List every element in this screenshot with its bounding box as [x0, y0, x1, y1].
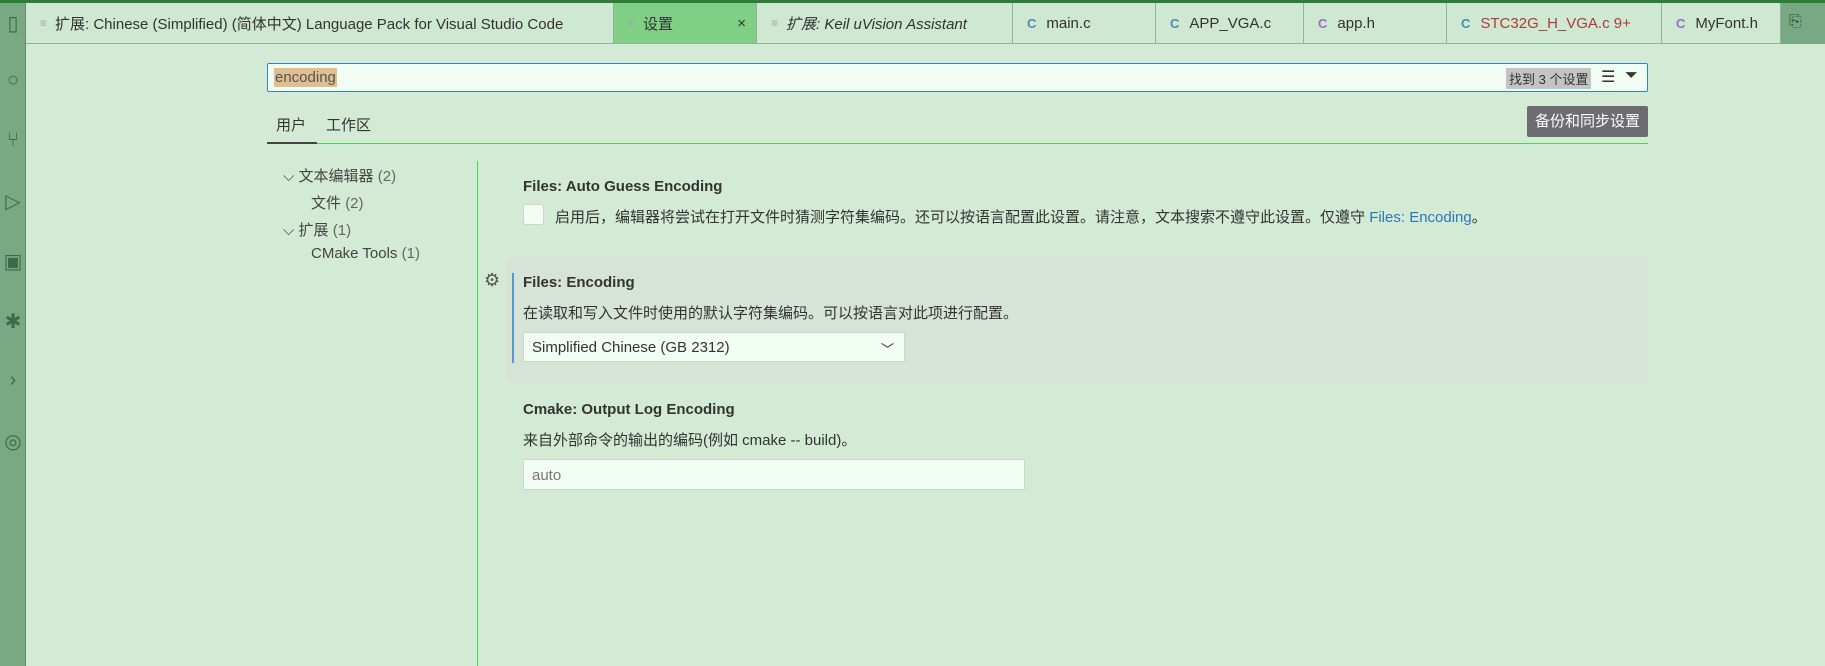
- source-control-icon[interactable]: ⑂: [0, 129, 26, 152]
- tab-settings[interactable]: ≡ 设置 ×: [614, 3, 757, 43]
- tab-stc32g-vga-c[interactable]: C STC32G_H_VGA.c 9+: [1447, 3, 1662, 43]
- chip-icon[interactable]: ✱: [0, 309, 26, 334]
- clear-filter-icon[interactable]: ☰: [1601, 67, 1615, 87]
- c-file-icon: C: [1461, 15, 1471, 31]
- settings-doc-icon: ≡: [628, 16, 636, 30]
- toc-count: (2): [345, 195, 364, 212]
- backup-sync-button[interactable]: 备份和同步设置: [1527, 106, 1648, 137]
- description-text: 启用后，编辑器将尝试在打开文件时猜测字符集编码。还可以按语言配置此设置。请注意，…: [555, 209, 1370, 226]
- activity-bar: ▯ ○ ⑂ ▷ ▣ ✱ › ◎: [0, 3, 26, 666]
- setting-title: Files: Encoding: [523, 274, 635, 291]
- setting-title: Cmake: Output Log Encoding: [523, 401, 735, 418]
- tab-myfont-h[interactable]: C MyFont.h: [1662, 3, 1781, 43]
- toc-count: (1): [401, 245, 420, 262]
- tab-label: main.c: [1046, 14, 1091, 32]
- tab-label: APP_VGA.c: [1189, 14, 1272, 32]
- toc-count: (1): [332, 222, 352, 239]
- tab-main-c[interactable]: Cmain.c: [1013, 3, 1156, 43]
- toc-divider: [477, 161, 478, 666]
- chevron-down-icon: ﹀: [880, 342, 894, 357]
- auto-guess-encoding-checkbox[interactable]: [523, 204, 544, 225]
- gear-icon[interactable]: ⚙: [484, 270, 500, 291]
- toc-item-cmake-tools[interactable]: CMake Tools (1): [311, 245, 420, 262]
- h-file-icon: C: [1318, 15, 1328, 31]
- search-result-count: 找到 3 个设置: [1506, 68, 1592, 89]
- close-icon[interactable]: ×: [737, 15, 746, 32]
- remote-icon[interactable]: ›: [0, 369, 26, 392]
- c-file-icon: C: [1170, 15, 1180, 31]
- explorer-icon[interactable]: ▯: [0, 11, 26, 36]
- tab-label: 扩展: Keil uVision Assistant: [786, 15, 967, 33]
- tab-label: STC32G_H_VGA.c: [1480, 14, 1610, 32]
- toc-item-files[interactable]: 文件 (2): [311, 192, 364, 213]
- select-value: Simplified Chinese (GB 2312): [532, 339, 730, 356]
- tab-workspace[interactable]: 工作区: [326, 114, 371, 135]
- tab-label: 设置: [643, 15, 674, 33]
- setting-title: Files: Auto Guess Encoding: [523, 178, 723, 195]
- tab-app-h[interactable]: Capp.h: [1304, 3, 1447, 43]
- fingerprint-icon[interactable]: ◎: [0, 429, 26, 454]
- tab-label: MyFont.h: [1695, 14, 1758, 32]
- preview-doc-icon: ≡: [771, 16, 779, 30]
- search-icon[interactable]: ○: [0, 69, 26, 92]
- search-value: encoding: [274, 68, 337, 87]
- toc-item-extensions[interactable]: ⌵ 扩展 (1): [283, 219, 351, 240]
- toc-label: CMake Tools: [311, 245, 398, 262]
- toc-label: 文本编辑器: [298, 168, 374, 185]
- tab-user[interactable]: 用户: [276, 114, 306, 135]
- run-debug-icon[interactable]: ▷: [0, 189, 26, 214]
- toc-item-text-editor[interactable]: ⌵ 文本编辑器 (2): [283, 165, 396, 186]
- setting-description: 启用后，编辑器将尝试在打开文件时猜测字符集编码。还可以按语言配置此设置。请注意，…: [555, 206, 1487, 227]
- description-end: 。: [1471, 209, 1487, 226]
- problems-badge: 9+: [1613, 14, 1631, 32]
- files-encoding-link[interactable]: Files: Encoding: [1369, 209, 1472, 226]
- open-settings-json-icon[interactable]: ⎘: [1781, 3, 1825, 44]
- h-file-icon: C: [1676, 15, 1686, 31]
- scope-divider: [267, 143, 1648, 144]
- chevron-down-icon: ⌵: [283, 222, 295, 239]
- settings-search-input[interactable]: encoding 找到 3 个设置 ☰ ⏷: [267, 63, 1648, 92]
- toc-count: (2): [377, 168, 397, 185]
- extensions-icon[interactable]: ▣: [0, 249, 26, 274]
- tab-language-pack[interactable]: ≡ 扩展: Chinese (Simplified) (简体中文) Languag…: [26, 3, 614, 43]
- toc-label: 扩展: [298, 222, 329, 239]
- focus-indicator: [512, 273, 514, 363]
- files-encoding-select[interactable]: Simplified Chinese (GB 2312) ﹀: [523, 332, 905, 362]
- toc-label: 文件: [311, 195, 342, 212]
- chevron-down-icon: ⌵: [283, 168, 295, 185]
- setting-description: 来自外部命令的输出的编码(例如 cmake -- build)。: [523, 432, 857, 449]
- active-scope-indicator: [267, 142, 317, 144]
- output-log-encoding-input[interactable]: auto: [523, 459, 1025, 490]
- tab-label: app.h: [1337, 14, 1375, 32]
- tab-label: 扩展: Chinese (Simplified) (简体中文) Language…: [55, 15, 564, 33]
- tab-keil-extension[interactable]: ≡ 扩展: Keil uVision Assistant: [757, 3, 1013, 43]
- filter-icon[interactable]: ⏷: [1625, 67, 1638, 85]
- setting-description: 在读取和写入文件时使用的默认字符集编码。可以按语言对此项进行配置。: [523, 305, 1019, 322]
- preview-doc-icon: ≡: [40, 16, 48, 30]
- c-file-icon: C: [1027, 15, 1037, 31]
- tab-app-vga-c[interactable]: C APP_VGA.c: [1156, 3, 1304, 43]
- editor-tab-bar: ≡ 扩展: Chinese (Simplified) (简体中文) Languag…: [26, 3, 1825, 44]
